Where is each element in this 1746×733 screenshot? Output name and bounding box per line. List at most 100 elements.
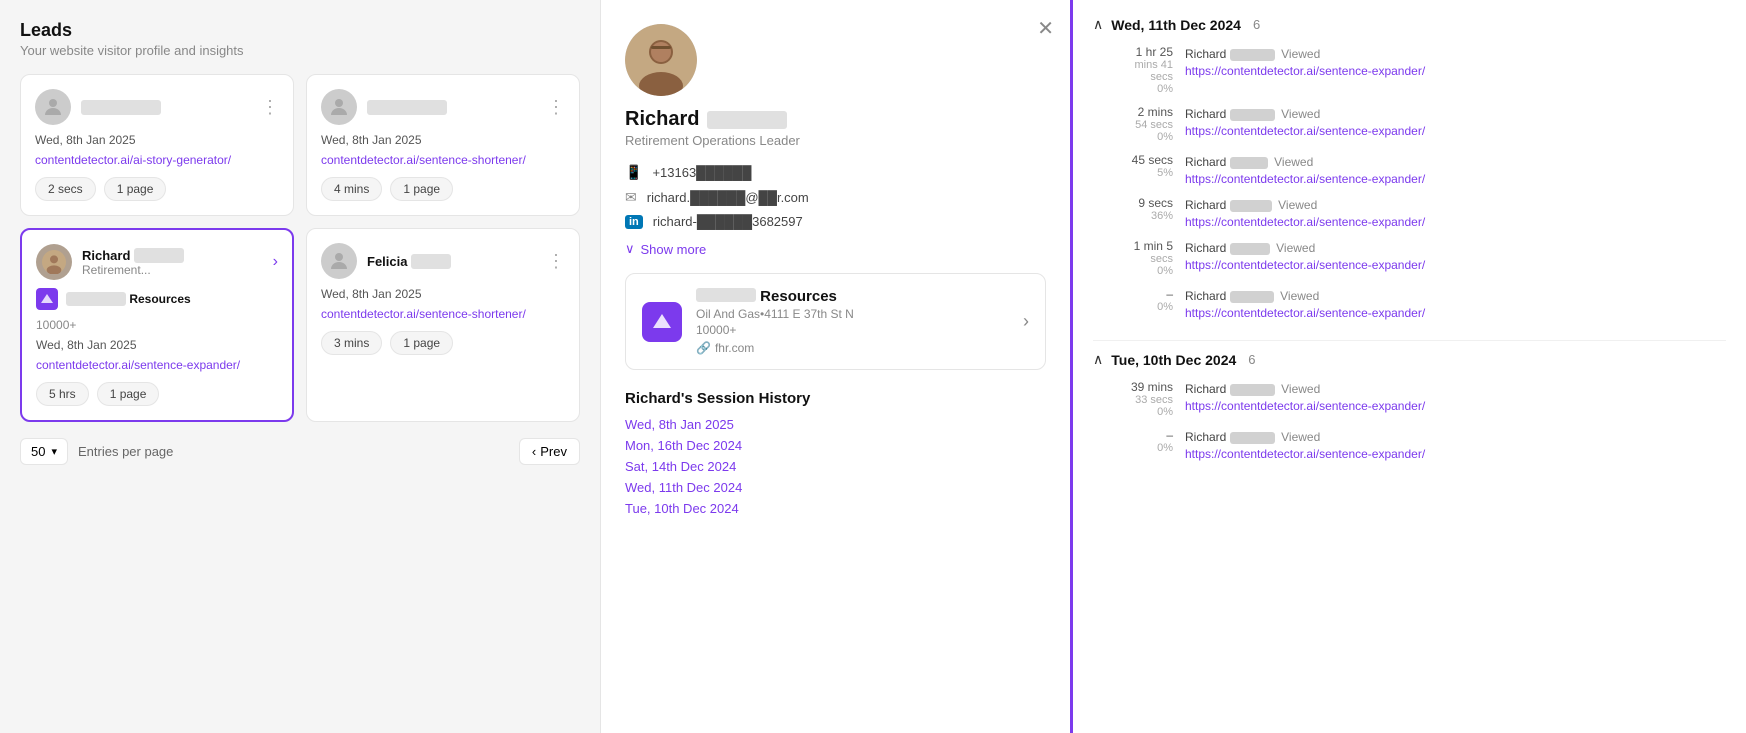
card-chevron-richard: ›	[273, 253, 278, 271]
day-header-0: ∧ Wed, 11th Dec 2024 6	[1093, 16, 1726, 33]
card-time-richard: 5 hrs	[36, 382, 89, 406]
collapse-icon-1[interactable]: ∧	[1093, 351, 1103, 368]
day-count-1: 6	[1248, 352, 1255, 367]
day-section-0: ∧ Wed, 11th Dec 2024 6 1 hr 25 mins 41 s…	[1093, 16, 1726, 320]
card-time-felicia: 3 mins	[321, 331, 382, 355]
activity-row-0-1: 2 mins 54 secs 0% Richard Viewed https:/…	[1093, 105, 1726, 143]
activity-content-0-3: Richard Viewed https://contentdetector.a…	[1185, 196, 1726, 229]
activity-link-0-4[interactable]: https://contentdetector.ai/sentence-expa…	[1185, 258, 1726, 272]
activity-row-1-1: – 0% Richard Viewed https://contentdetec…	[1093, 428, 1726, 461]
company-card-name: Resources	[696, 288, 1009, 305]
company-info: Resources Oil And Gas•4111 E 37th St N 1…	[696, 288, 1009, 355]
activity-row-0-2: 45 secs 5% Richard Viewed https://conten…	[1093, 153, 1726, 186]
activity-link-0-3[interactable]: https://contentdetector.ai/sentence-expa…	[1185, 215, 1726, 229]
activity-content-0-2: Richard Viewed https://contentdetector.a…	[1185, 153, 1726, 186]
profile-header: Richard Retirement Operations Leader	[625, 24, 1046, 148]
company-chevron-icon: ›	[1023, 311, 1029, 332]
lead-card-1[interactable]: ⋮ Wed, 8th Jan 2025 contentdetector.ai/a…	[20, 74, 294, 216]
card-employees-richard: 10000+	[36, 318, 278, 332]
day-count-0: 6	[1253, 17, 1260, 32]
profile-role: Retirement Operations Leader	[625, 133, 800, 148]
cards-grid: ⋮ Wed, 8th Jan 2025 contentdetector.ai/a…	[20, 74, 580, 422]
lead-card-felicia[interactable]: Felicia ⋮ Wed, 8th Jan 2025 contentdetec…	[306, 228, 580, 422]
card-date-1: Wed, 8th Jan 2025	[35, 133, 279, 147]
company-url: 🔗 fhr.com	[696, 341, 1009, 355]
activity-row-0-0: 1 hr 25 mins 41 secs 0% Richard Viewed h…	[1093, 45, 1726, 95]
card-role-richard: Retirement...	[82, 263, 184, 277]
activity-link-0-2[interactable]: https://contentdetector.ai/sentence-expa…	[1185, 172, 1726, 186]
card-menu-2[interactable]: ⋮	[547, 97, 565, 118]
card-link-richard[interactable]: contentdetector.ai/sentence-expander/	[36, 358, 240, 372]
activity-row-0-5: – 0% Richard Viewed https://contentdetec…	[1093, 287, 1726, 320]
prev-label: Prev	[540, 444, 567, 459]
per-page-value: 50	[31, 444, 45, 459]
company-icon-richard	[36, 288, 58, 310]
card-page-felicia: 1 page	[390, 331, 453, 355]
linkedin-icon: in	[625, 215, 643, 229]
card-link-2[interactable]: contentdetector.ai/sentence-shortener/	[321, 153, 526, 167]
activity-time-0-4: 1 min 5 secs 0%	[1093, 239, 1173, 277]
avatar-2	[321, 89, 357, 125]
contact-info: 📱 +13163██████ ✉ richard.██████@██r.com …	[625, 164, 1046, 229]
chevron-down-icon: ∨	[625, 241, 635, 257]
activity-time-0-5: – 0%	[1093, 287, 1173, 313]
card-link-1[interactable]: contentdetector.ai/ai-story-generator/	[35, 153, 231, 167]
leads-title: Leads	[20, 20, 580, 41]
collapse-icon-0[interactable]: ∧	[1093, 16, 1103, 33]
show-more-label: Show more	[641, 242, 707, 257]
card-link-felicia[interactable]: contentdetector.ai/sentence-shortener/	[321, 307, 526, 321]
avatar-1	[35, 89, 71, 125]
activity-panel: ∧ Wed, 11th Dec 2024 6 1 hr 25 mins 41 s…	[1070, 0, 1746, 733]
company-card-sub: Oil And Gas•4111 E 37th St N	[696, 307, 1009, 321]
activity-link-1-1[interactable]: https://contentdetector.ai/sentence-expa…	[1185, 447, 1726, 461]
company-logo	[642, 302, 682, 342]
company-name-richard: Resources	[66, 292, 191, 306]
chevron-down-icon: ▾	[51, 445, 57, 458]
activity-row-1-0: 39 mins 33 secs 0% Richard Viewed https:…	[1093, 380, 1726, 418]
card-time-1: 2 secs	[35, 177, 96, 201]
session-date-1[interactable]: Mon, 16th Dec 2024	[625, 438, 1046, 453]
card-name-1	[81, 100, 161, 115]
session-date-0[interactable]: Wed, 8th Jan 2025	[625, 417, 1046, 432]
phone-row: 📱 +13163██████	[625, 164, 1046, 181]
activity-link-0-5[interactable]: https://contentdetector.ai/sentence-expa…	[1185, 306, 1726, 320]
card-name-felicia: Felicia	[367, 254, 451, 269]
phone-icon: 📱	[625, 164, 642, 181]
day-title-1: Tue, 10th Dec 2024	[1111, 352, 1236, 368]
card-time-2: 4 mins	[321, 177, 382, 201]
activity-link-1-0[interactable]: https://contentdetector.ai/sentence-expa…	[1185, 399, 1726, 413]
card-page-richard: 1 page	[97, 382, 160, 406]
activity-content-0-4: Richard Viewed https://contentdetector.a…	[1185, 239, 1726, 272]
entries-per-page-label: Entries per page	[78, 444, 173, 459]
phone-value: +13163██████	[652, 165, 751, 180]
activity-content-1-1: Richard Viewed https://contentdetector.a…	[1185, 428, 1726, 461]
company-card[interactable]: Resources Oil And Gas•4111 E 37th St N 1…	[625, 273, 1046, 370]
activity-link-0-1[interactable]: https://contentdetector.ai/sentence-expa…	[1185, 124, 1726, 138]
session-history: Richard's Session History Wed, 8th Jan 2…	[625, 390, 1046, 516]
lead-card-richard[interactable]: Richard Retirement... › Resources 10000+…	[20, 228, 294, 422]
close-button[interactable]: ✕	[1037, 16, 1054, 41]
card-menu-1[interactable]: ⋮	[261, 97, 279, 118]
show-more-button[interactable]: ∨ Show more	[625, 241, 706, 257]
card-menu-felicia[interactable]: ⋮	[547, 251, 565, 272]
prev-button[interactable]: ‹ Prev	[519, 438, 580, 465]
day-section-1: ∧ Tue, 10th Dec 2024 6 39 mins 33 secs 0…	[1093, 351, 1726, 461]
activity-time-0-3: 9 secs 36%	[1093, 196, 1173, 222]
session-date-2[interactable]: Sat, 14th Dec 2024	[625, 459, 1046, 474]
email-row: ✉ richard.██████@██r.com	[625, 189, 1046, 206]
profile-panel: ✕ Richard Retirement Operations Leader 📱…	[600, 0, 1070, 733]
linkedin-row: in richard-██████3682597	[625, 214, 1046, 229]
activity-link-0-0[interactable]: https://contentdetector.ai/sentence-expa…	[1185, 64, 1726, 78]
pagination-row: 50 ▾ Entries per page ‹ Prev	[20, 438, 580, 465]
activity-time-1-0: 39 mins 33 secs 0%	[1093, 380, 1173, 418]
card-page-1: 1 page	[104, 177, 167, 201]
per-page-select[interactable]: 50 ▾	[20, 438, 68, 465]
session-date-4[interactable]: Tue, 10th Dec 2024	[625, 501, 1046, 516]
activity-content-1-0: Richard Viewed https://contentdetector.a…	[1185, 380, 1726, 413]
avatar-richard	[36, 244, 72, 280]
leads-panel: Leads Your website visitor profile and i…	[0, 0, 600, 733]
activity-time-0-1: 2 mins 54 secs 0%	[1093, 105, 1173, 143]
session-date-3[interactable]: Wed, 11th Dec 2024	[625, 480, 1046, 495]
activity-time-0-2: 45 secs 5%	[1093, 153, 1173, 179]
lead-card-2[interactable]: ⋮ Wed, 8th Jan 2025 contentdetector.ai/s…	[306, 74, 580, 216]
